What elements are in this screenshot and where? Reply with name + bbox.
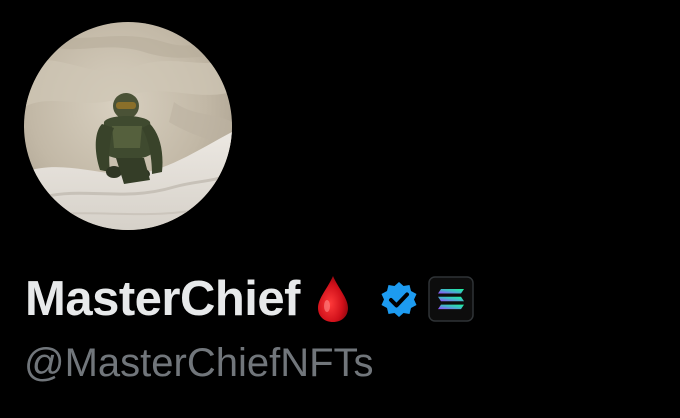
profile-avatar[interactable] [24, 22, 232, 230]
verified-badge-icon[interactable] [378, 278, 420, 320]
name-row: MasterChief [25, 268, 474, 330]
avatar-image [24, 22, 232, 230]
display-name: MasterChief [25, 271, 300, 326]
solana-logo-icon[interactable] [428, 276, 474, 322]
user-handle: @MasterChiefNFTs [24, 341, 374, 385]
drop-of-blood-icon [316, 274, 350, 324]
profile-header: MasterChief @MasterChiefNFTs [0, 0, 680, 418]
